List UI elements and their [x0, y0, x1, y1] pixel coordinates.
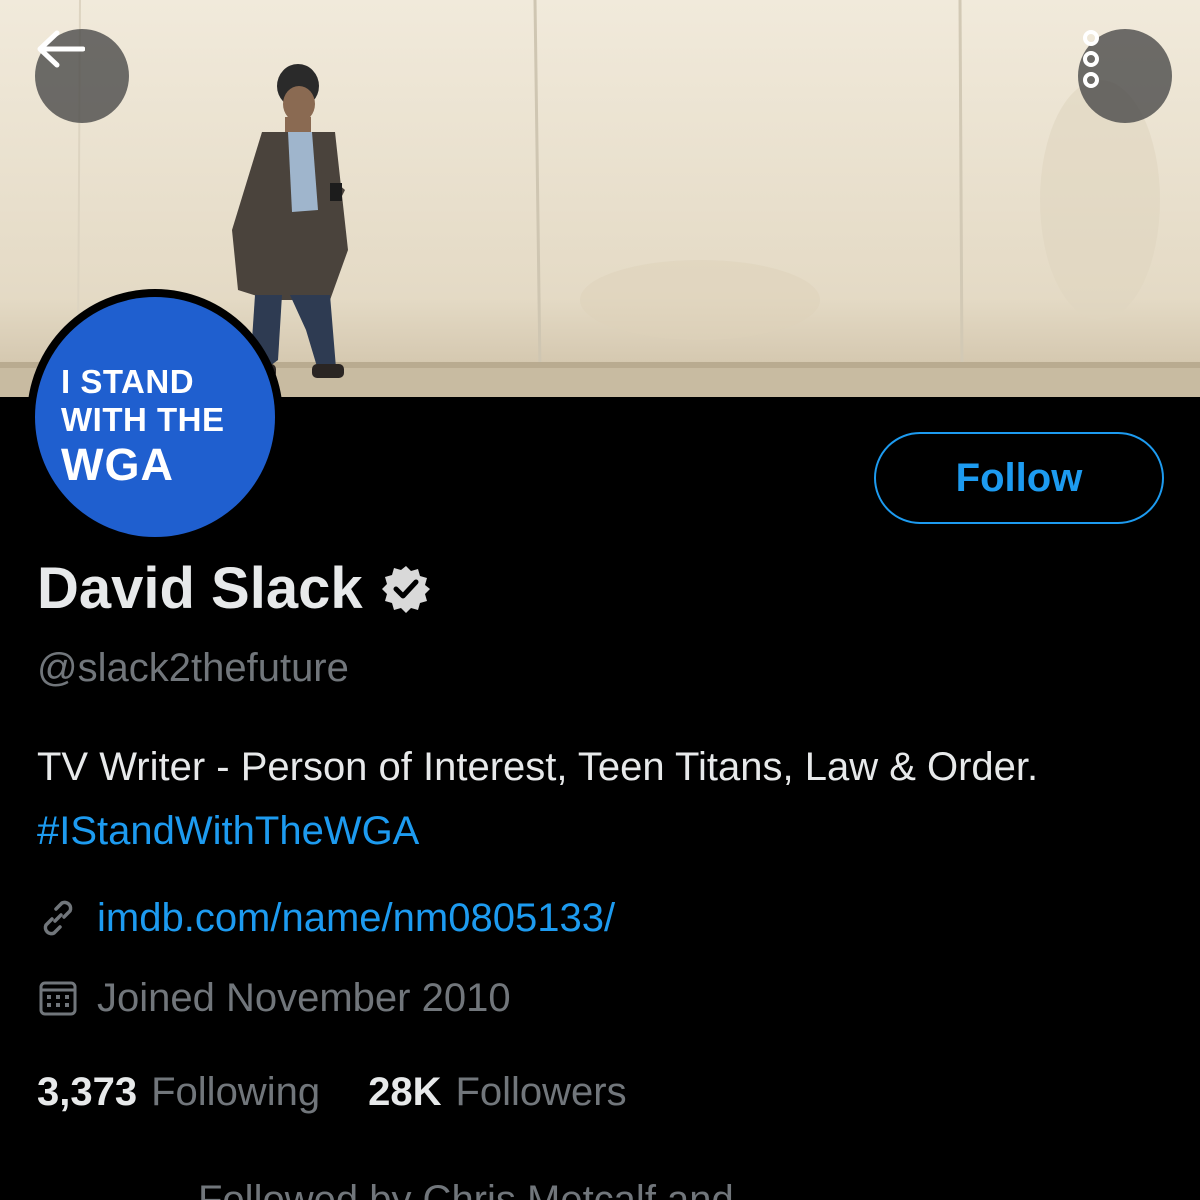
bio-hashtag-link[interactable]: #IStandWithTheWGA — [37, 809, 419, 853]
profile-page: I STAND WITH THE WGA Follow David Slack … — [0, 0, 1200, 1200]
more-options-button[interactable] — [1078, 29, 1172, 123]
followers-count: 28K — [368, 1070, 442, 1114]
profile-stats: 3,373 Following 28K Followers — [37, 1068, 627, 1116]
profile-website-row: imdb.com/name/nm0805133/ — [37, 894, 615, 942]
avatar-text-line-1: I STAND — [61, 363, 195, 400]
arrow-left-icon — [37, 30, 85, 68]
followed-by-text[interactable]: Followed by Chris Metcalf and ... — [198, 1176, 778, 1200]
followers-label: Followers — [455, 1070, 627, 1114]
link-icon — [37, 897, 79, 939]
followers-stat-link[interactable]: 28K Followers — [368, 1068, 627, 1116]
avatar-image: I STAND WITH THE WGA — [35, 297, 275, 537]
avatar-text-line-3: WGA — [61, 439, 174, 490]
following-count: 3,373 — [37, 1070, 138, 1114]
profile-bio: TV Writer - Person of Interest, Teen Tit… — [37, 735, 1157, 863]
profile-joined-date: Joined November 2010 — [97, 976, 511, 1020]
bio-text: TV Writer - Person of Interest, Teen Tit… — [37, 745, 1039, 789]
avatar-text-line-2: WITH THE — [61, 401, 225, 438]
display-name: David Slack — [37, 556, 363, 621]
verified-badge-icon — [381, 564, 431, 614]
more-vertical-icon — [1083, 30, 1099, 88]
back-button[interactable] — [35, 29, 129, 123]
follow-button[interactable]: Follow — [874, 432, 1164, 524]
profile-website-link[interactable]: imdb.com/name/nm0805133/ — [97, 894, 615, 942]
following-stat-link[interactable]: 3,373 Following — [37, 1068, 320, 1116]
profile-joined-row: Joined November 2010 — [37, 974, 511, 1022]
name-row: David Slack — [37, 556, 431, 622]
profile-handle: @slack2thefuture — [37, 646, 349, 690]
calendar-icon — [37, 977, 79, 1019]
profile-avatar[interactable]: I STAND WITH THE WGA — [27, 289, 283, 545]
following-label: Following — [151, 1070, 321, 1114]
